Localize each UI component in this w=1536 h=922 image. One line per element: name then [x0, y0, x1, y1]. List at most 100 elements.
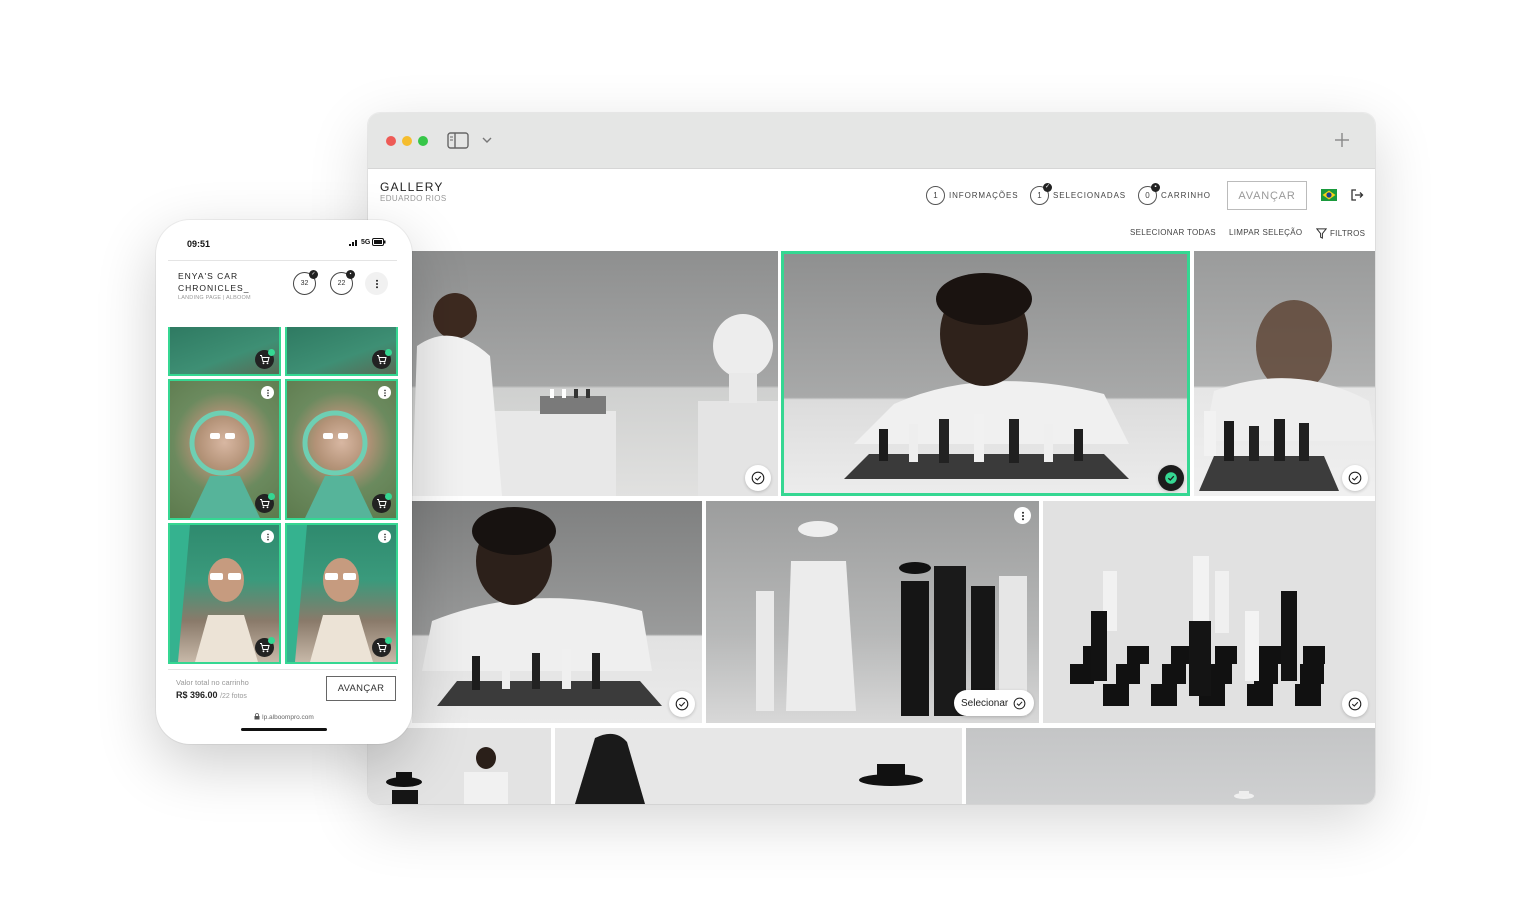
photo-card[interactable] — [412, 501, 702, 723]
photo-studio-hat — [1234, 791, 1254, 799]
select-photo-button[interactable] — [669, 691, 695, 717]
url-bar[interactable]: lp.alboompro.com — [156, 713, 412, 721]
add-to-cart-button[interactable] — [255, 349, 275, 369]
gallery-subtitle: EDUARDO RIOS — [380, 194, 447, 203]
clear-selection-link[interactable]: LIMPAR SELEÇÃO — [1229, 228, 1302, 237]
photo-card[interactable] — [1043, 501, 1375, 723]
signal-icon — [349, 240, 357, 246]
filters-button[interactable]: FILTROS — [1316, 228, 1365, 239]
photo-chess-portrait — [844, 273, 1129, 479]
more-menu-button[interactable] — [365, 272, 388, 295]
step-cart[interactable]: 0 ▪ CARRINHO — [1138, 182, 1211, 205]
advance-button[interactable]: AVANÇAR — [1227, 181, 1307, 210]
plus-icon[interactable] — [1333, 131, 1351, 149]
sidebar-icon[interactable] — [447, 132, 469, 149]
photo-card[interactable] — [368, 728, 551, 804]
chevron-down-icon[interactable] — [481, 133, 493, 147]
photo-checkerboard-group — [1070, 556, 1325, 706]
step-label: INFORMAÇÕES — [949, 190, 1019, 200]
cart-badge-icon: ▪ — [1151, 182, 1160, 192]
cart-icon — [377, 355, 387, 365]
cart-total-value: R$ 396.00 — [176, 690, 218, 700]
page-subtitle: LANDING PAGE | ALBOOM — [178, 295, 251, 301]
photo-card[interactable] — [966, 728, 1375, 804]
more-icon — [266, 533, 269, 540]
photo-more-button[interactable] — [261, 386, 274, 399]
add-to-cart-button[interactable] — [372, 637, 392, 657]
check-circle-icon — [1348, 697, 1362, 711]
step-info[interactable]: 1 INFORMAÇÕES — [926, 185, 1018, 205]
select-photo-pill[interactable]: Selecionar — [954, 690, 1035, 716]
photo-card-selected[interactable] — [781, 251, 1190, 496]
brazil-flag-icon[interactable] — [1321, 189, 1337, 201]
photo-card[interactable] — [412, 251, 778, 496]
maximize-window-button[interactable] — [418, 136, 428, 146]
cart-icon — [377, 643, 387, 653]
step-number: 1 — [926, 185, 945, 205]
photo-more-button[interactable] — [378, 386, 391, 399]
select-label: Selecionar — [961, 697, 1009, 709]
battery-icon — [372, 238, 386, 246]
page-title: ENYA'S CAR CHRONICLES_ — [178, 271, 250, 293]
photo-more-button[interactable] — [1014, 507, 1031, 524]
photo-more-button[interactable] — [261, 530, 274, 543]
select-photo-button[interactable] — [1342, 465, 1368, 491]
check-circle-icon — [751, 471, 765, 485]
check-circle-icon — [675, 697, 689, 711]
minimize-window-button[interactable] — [402, 136, 412, 146]
photo-card[interactable] — [1194, 251, 1375, 496]
step-selected[interactable]: 1 ✓ SELECIONADAS — [1030, 182, 1126, 205]
home-indicator — [241, 728, 327, 731]
cart-photo-count: /22 fotos — [220, 693, 247, 700]
url-text: lp.alboompro.com — [262, 714, 314, 721]
cart-total: R$ 396.00 /22 fotos — [176, 690, 247, 700]
add-to-cart-button[interactable] — [372, 493, 392, 513]
photo-thumbnail[interactable] — [168, 523, 281, 664]
cart-icon — [260, 355, 270, 365]
cart-count-badge[interactable]: 22 ▪ — [330, 270, 355, 295]
selected-count-badge[interactable]: 32 ✓ — [293, 270, 318, 295]
photo-grid: Selecionar — [368, 251, 1375, 804]
select-photo-button[interactable] — [745, 465, 771, 491]
check-badge-icon: ✓ — [1043, 182, 1052, 192]
more-icon — [1021, 511, 1024, 520]
check-circle-icon — [1165, 472, 1177, 484]
divider — [168, 260, 397, 261]
more-icon — [266, 389, 269, 396]
cart-icon — [260, 643, 270, 653]
network-label: 5G — [361, 238, 371, 246]
cart-total-label: Valor total no carrinho — [176, 678, 249, 687]
browser-window: GALLERY EDUARDO RIOS 1 INFORMAÇÕES 1 ✓ SE… — [368, 113, 1375, 804]
cart-badge-icon: ▪ — [346, 270, 355, 279]
filters-label: FILTROS — [1330, 229, 1366, 238]
photo-more-button[interactable] — [378, 530, 391, 543]
more-icon — [383, 533, 386, 540]
photo-thumbnail[interactable] — [168, 327, 281, 376]
step-number: 1 ✓ — [1030, 182, 1052, 205]
photo-card[interactable]: Selecionar — [706, 501, 1039, 723]
more-icon — [383, 389, 386, 396]
select-photo-button[interactable] — [1342, 691, 1368, 717]
lock-icon — [254, 713, 260, 720]
photo-thumbnail[interactable] — [285, 379, 398, 520]
photo-thumbnail[interactable] — [168, 379, 281, 520]
close-window-button[interactable] — [386, 136, 396, 146]
cart-footer: Valor total no carrinho R$ 396.00 /22 fo… — [168, 669, 397, 713]
photo-chess-player-statue — [412, 293, 778, 496]
logout-icon[interactable] — [1350, 188, 1364, 202]
mobile-device: 09:51 5G ENYA'S CAR CHRONICLES_ LANDING … — [156, 220, 412, 744]
select-all-link[interactable]: SELECIONAR TODAS — [1130, 228, 1216, 237]
photo-thumbnail[interactable] — [285, 327, 398, 376]
photo-card[interactable] — [555, 728, 962, 804]
add-to-cart-button[interactable] — [255, 637, 275, 657]
photo-thumbnail[interactable] — [285, 523, 398, 664]
step-label: CARRINHO — [1161, 190, 1211, 200]
add-to-cart-button[interactable] — [372, 349, 392, 369]
filter-icon — [1316, 228, 1327, 239]
add-to-cart-button[interactable] — [255, 493, 275, 513]
selected-photo-button[interactable] — [1158, 465, 1184, 491]
status-time: 09:51 — [187, 239, 211, 249]
step-number: 0 ▪ — [1138, 182, 1160, 205]
advance-button[interactable]: AVANÇAR — [326, 676, 396, 701]
gallery-title: GALLERY — [380, 180, 444, 194]
